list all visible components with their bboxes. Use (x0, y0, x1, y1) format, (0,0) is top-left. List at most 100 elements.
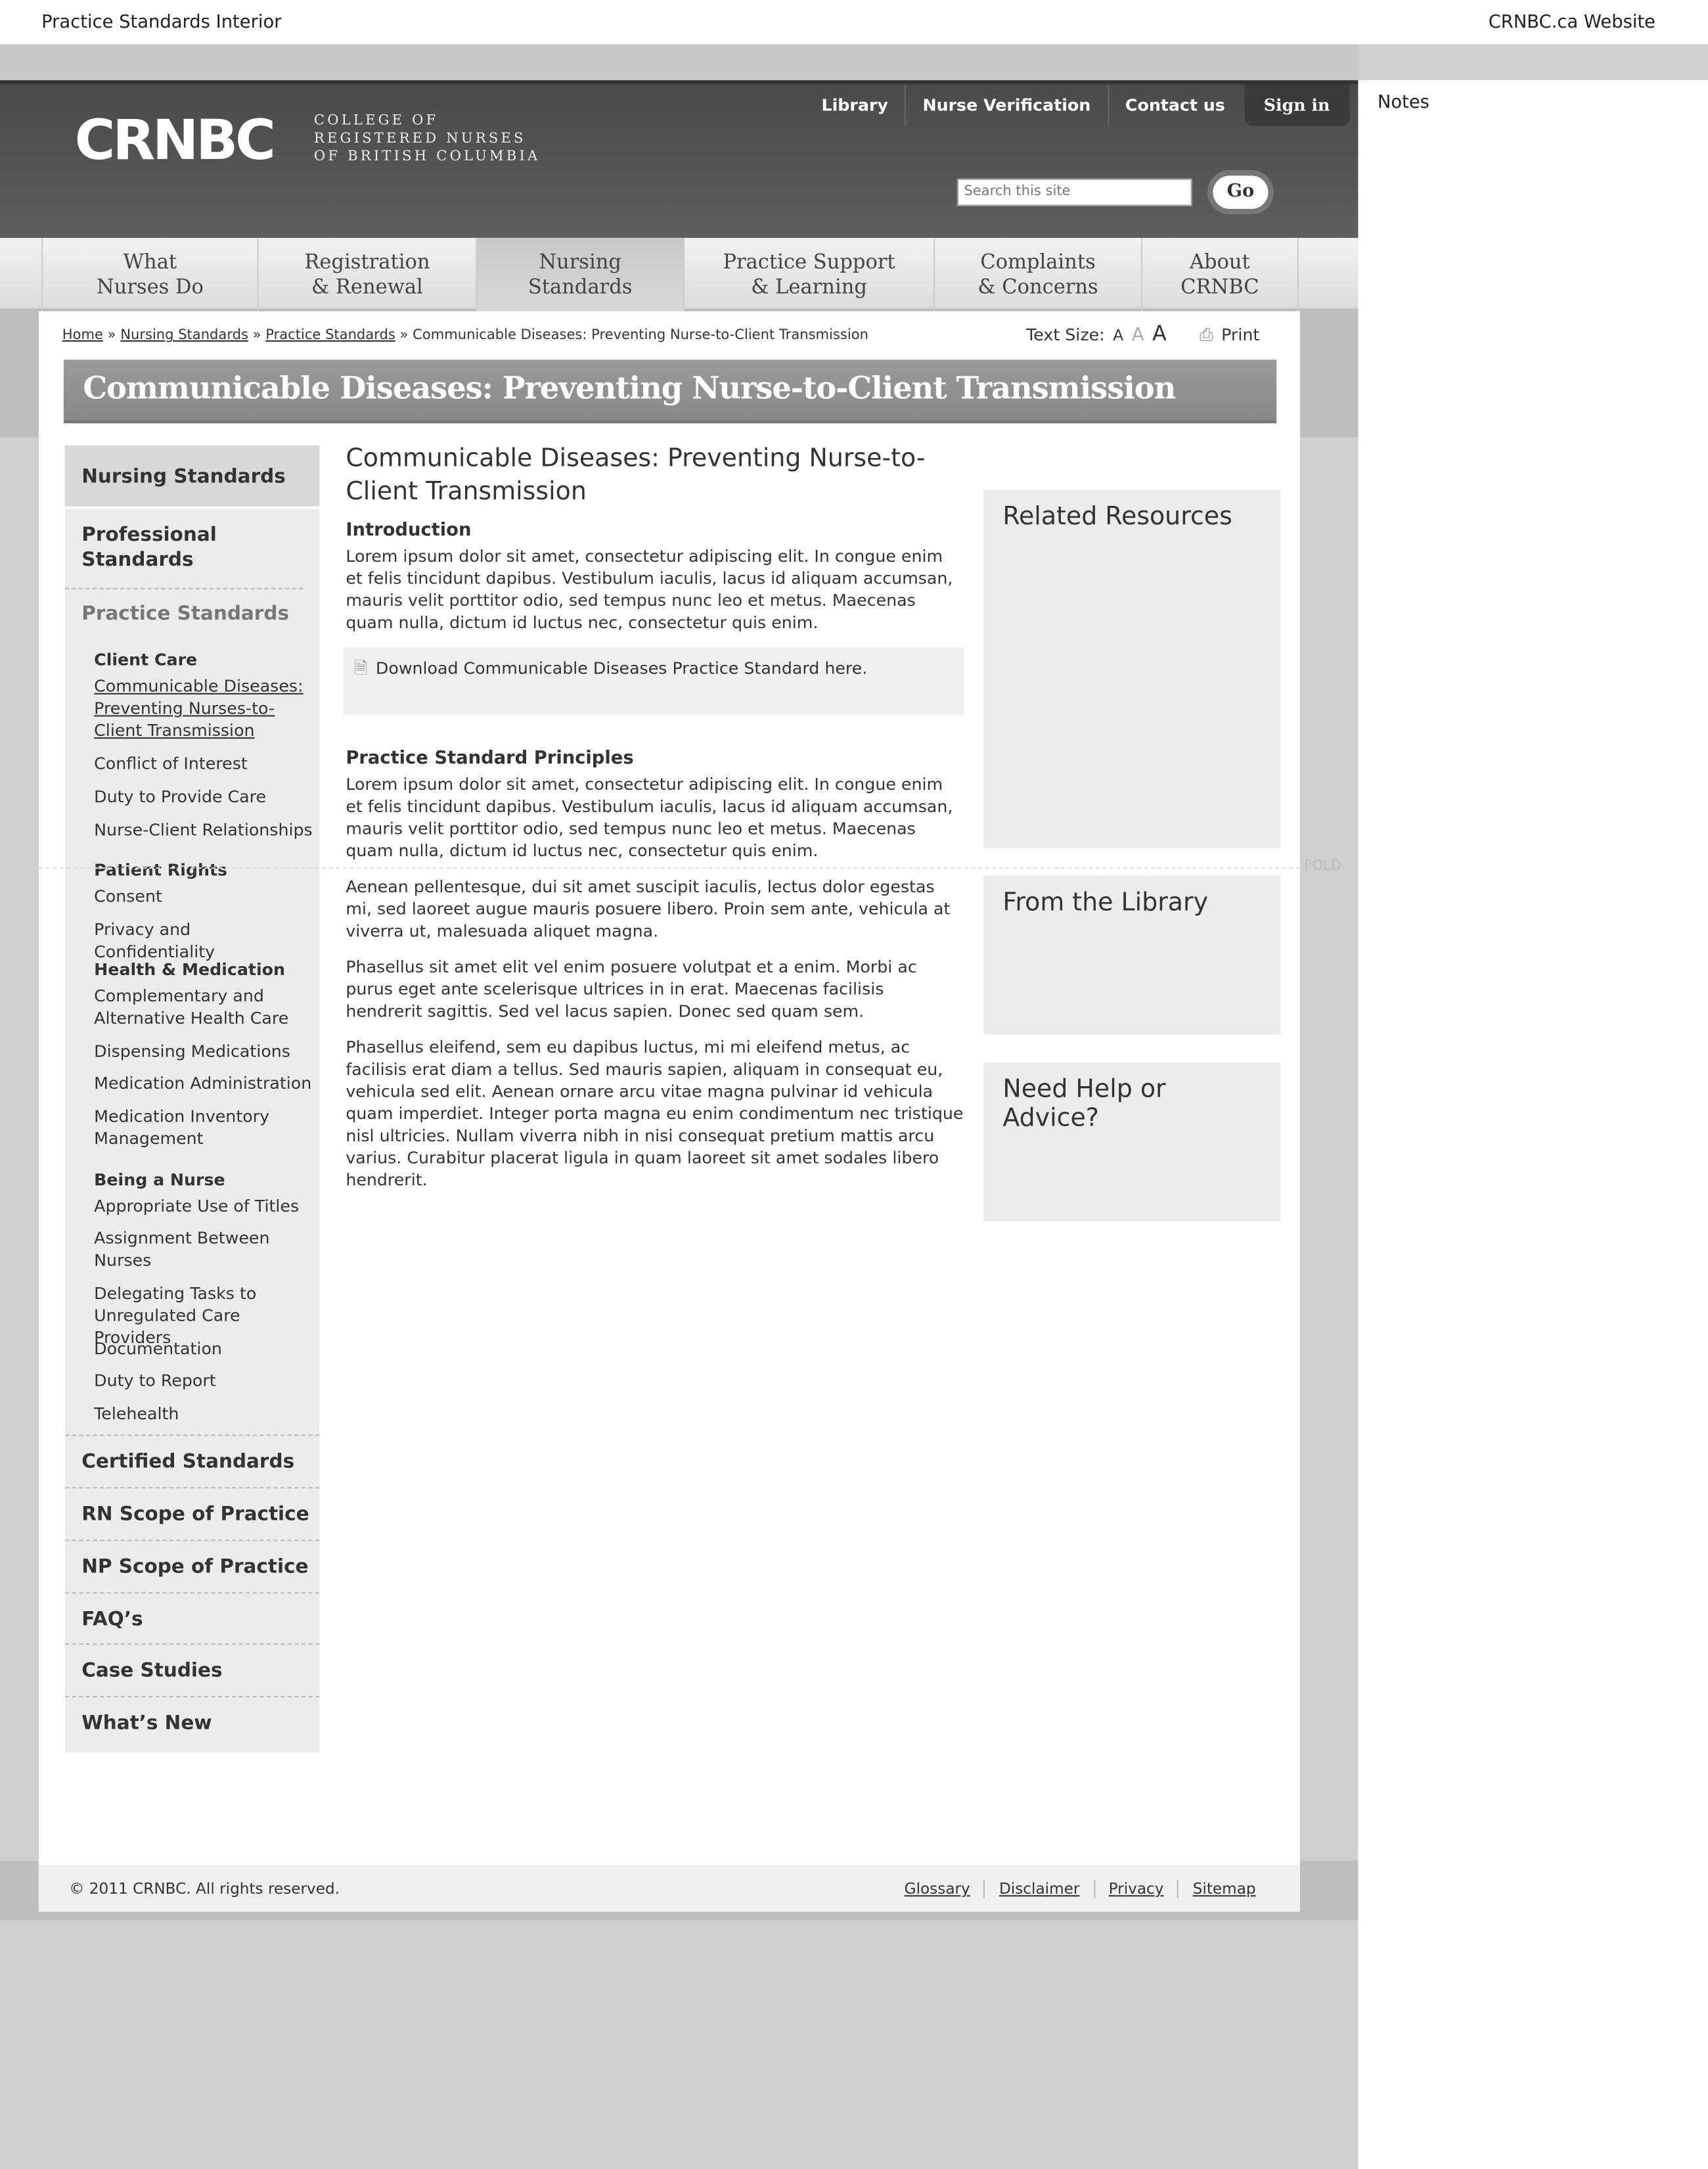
sidebar-link[interactable]: Medication Administration (94, 1072, 315, 1095)
nav-label: Registration (304, 252, 430, 274)
contact-us-link[interactable]: Contact us (1109, 84, 1242, 126)
sep: » (252, 327, 261, 344)
sidebar-item-professional-standards[interactable]: Professional Standards (64, 512, 303, 589)
sidebar-link[interactable]: Telehealth (94, 1403, 315, 1425)
nav-label: Complaints (980, 252, 1096, 274)
window-title: Practice Standards Interior (41, 12, 282, 34)
top-band (0, 44, 1359, 81)
sitemap-link[interactable]: Sitemap (1177, 1880, 1270, 1898)
sidebar-item-bottom[interactable]: What’s New (64, 1696, 320, 1752)
sidebar-link[interactable]: Assignment Between Nurses (94, 1227, 315, 1271)
nav-label: CRNBC (1180, 277, 1259, 299)
sidebar-link[interactable]: Nurse-Client Relationships (94, 819, 315, 841)
fold-label: FOLD (1304, 859, 1341, 875)
box-title: From the Library (1002, 888, 1209, 917)
sep: » (399, 327, 409, 344)
sidebar-item-bottom[interactable]: Certified Standards (64, 1434, 320, 1487)
text-size-label: Text Size: (1026, 325, 1105, 345)
nurse-verification-link[interactable]: Nurse Verification (906, 84, 1109, 126)
utility-nav: Library Nurse Verification Contact us Si… (805, 84, 1349, 126)
print-link[interactable]: Print (1221, 325, 1259, 344)
sidebar-link[interactable]: Documentation (94, 1338, 315, 1360)
sidebar-link[interactable]: Dispensing Medications (94, 1040, 315, 1062)
nav-what-nurses-do[interactable]: What Nurses Do (41, 238, 257, 311)
breadcrumb-current: Communicable Diseases: Preventing Nurse-… (413, 327, 868, 344)
from-library-box: From the Library (983, 875, 1281, 1035)
search-input[interactable]: Search this site (956, 178, 1192, 206)
text-size-small[interactable]: A (1113, 327, 1123, 344)
sidebar-item-bottom[interactable]: RN Scope of Practice (64, 1487, 320, 1540)
paragraph: Lorem ipsum dolor sit amet, consectetur … (346, 546, 953, 633)
breadcrumb-practice-standards[interactable]: Practice Standards (265, 328, 395, 343)
logo-subtitle: COLLEGE OF REGISTERED NURSES OF BRITISH … (314, 112, 541, 166)
window-bar: Practice Standards Interior CRNBC.ca Web… (0, 0, 1708, 45)
nav-label: & Concerns (978, 277, 1098, 299)
sidebar-link[interactable]: Duty to Provide Care (94, 786, 315, 808)
sidebar-link[interactable]: Appropriate Use of Titles (94, 1195, 315, 1218)
paragraph: Lorem ipsum dolor sit amet, consectetur … (346, 774, 953, 861)
sidebar-group-title: Client Care (94, 650, 198, 670)
crnbc-website-link[interactable]: CRNBC.ca Website (1489, 12, 1655, 34)
paragraph: Aenean pellentesque, dui sit amet suscip… (346, 877, 951, 941)
sidebar-group-title: Health & Medication (94, 960, 285, 980)
logo-line: OF BRITISH COLUMBIA (313, 149, 541, 165)
paragraph: Phasellus sit amet elit vel enim posuere… (346, 957, 917, 1021)
sidebar-link[interactable]: Medication Inventory Management (94, 1105, 315, 1149)
nav-label: About (1189, 252, 1250, 274)
sidebar-group-title: Patient Rights (94, 860, 228, 880)
paragraph: Phasellus eleifend, sem eu dapibus luctu… (346, 1037, 964, 1190)
glossary-link[interactable]: Glossary (891, 1880, 984, 1898)
sidebar-link[interactable]: Complementary and Alternative Health Car… (94, 985, 315, 1029)
content-title: Communicable Diseases: Preventing Nurse-… (346, 444, 926, 507)
nav-registration[interactable]: Registration & Renewal (257, 238, 476, 311)
sidebar-item-bottom[interactable]: NP Scope of Practice (64, 1540, 320, 1592)
nav-label: & Learning (751, 277, 867, 299)
sidebar-link[interactable]: Communicable Diseases: Preventing Nurses… (94, 675, 315, 741)
need-help-box: Need Help or Advice? (983, 1062, 1281, 1221)
logo-line: COLLEGE OF (313, 113, 439, 129)
nav-label: & Renewal (311, 277, 423, 299)
breadcrumb-nursing-standards[interactable]: Nursing Standards (120, 328, 248, 343)
nav-label: Standards (528, 277, 633, 299)
sidebar-item-bottom[interactable]: Case Studies (64, 1643, 320, 1696)
download-link[interactable]: Download Communicable Diseases Practice … (376, 658, 867, 677)
text-size-large[interactable]: A (1152, 321, 1167, 346)
sidebar-item-bottom[interactable]: FAQ’s (64, 1592, 320, 1645)
nav-label: Nurses Do (96, 277, 204, 299)
sidebar-header[interactable]: Nursing Standards (64, 445, 320, 509)
go-label: Go (1213, 175, 1269, 209)
box-title: Need Help or Advice? (1002, 1074, 1166, 1133)
nav-label: What (123, 252, 177, 274)
pdf-icon: 🗎 (353, 658, 368, 678)
sign-in-button[interactable]: Sign in (1244, 84, 1349, 126)
sidebar-link[interactable]: Duty to Report (94, 1369, 315, 1392)
disclaimer-link[interactable]: Disclaimer (983, 1880, 1094, 1898)
intro-heading: Introduction (346, 520, 472, 541)
go-button[interactable]: Go (1207, 170, 1274, 215)
sep: » (107, 327, 116, 344)
sidebar: Nursing Standards Professional Standards P… (64, 445, 320, 1753)
page-tools: Text Size: A A A ⎙ Print (1026, 321, 1259, 346)
breadcrumb-home[interactable]: Home (62, 328, 103, 343)
text-size-medium[interactable]: A (1132, 325, 1144, 346)
sidebar-link[interactable]: Conflict of Interest (94, 752, 315, 775)
fold-line (38, 867, 1300, 869)
privacy-link[interactable]: Privacy (1093, 1880, 1177, 1898)
main-nav: What Nurses Do Registration & Renewal Nurs… (0, 238, 1359, 311)
notes-title: Notes (1377, 93, 1429, 114)
download-box[interactable]: 🗎 Download Communicable Diseases Practice… (343, 647, 964, 716)
crnbc-logo[interactable]: CRNBC (75, 109, 276, 173)
sidebar-group-title: Being a Nurse (94, 1170, 225, 1190)
footer: © 2011 CRNBC. All rights reserved. Gloss… (38, 1864, 1300, 1912)
nav-nursing-standards[interactable]: Nursing Standards (476, 238, 684, 311)
library-link[interactable]: Library (805, 84, 907, 126)
sidebar-link[interactable]: Privacy and Confidentiality (94, 919, 315, 963)
nav-practice-support[interactable]: Practice Support & Learning (683, 238, 933, 311)
nav-complaints[interactable]: Complaints & Concerns (933, 238, 1141, 311)
box-title: Related Resources (1002, 502, 1232, 532)
sidebar-item-practice-standards[interactable]: Practice Standards (65, 589, 319, 639)
notes-panel: Notes (1358, 80, 1708, 2169)
sidebar-link[interactable]: Consent (94, 885, 315, 907)
nav-about[interactable]: About CRNBC (1140, 238, 1299, 311)
printer-icon[interactable]: ⎙ (1200, 325, 1213, 346)
